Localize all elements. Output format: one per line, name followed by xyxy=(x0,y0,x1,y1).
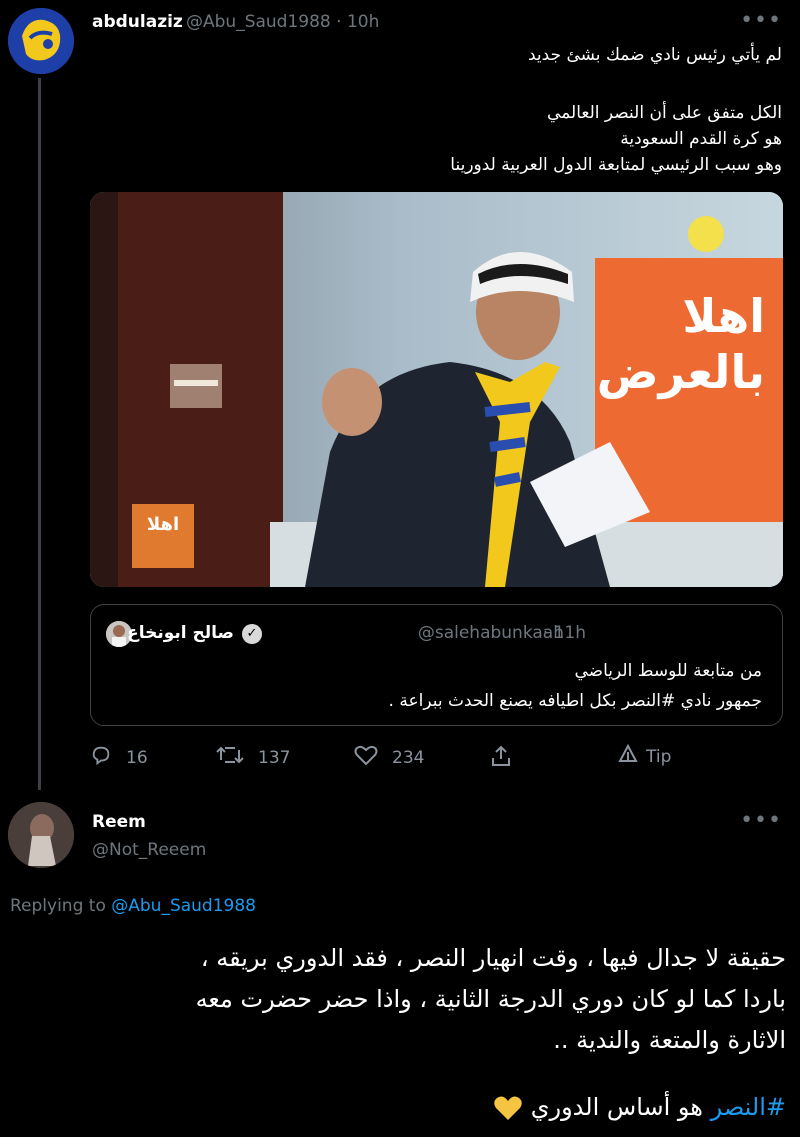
author-name[interactable]: Reem xyxy=(92,812,146,832)
retweet-count: 137 xyxy=(258,747,291,768)
share-icon xyxy=(490,744,512,773)
more-options-icon[interactable]: ••• xyxy=(740,808,782,833)
reply-text-line: باردا كما لو كان دوري الدرجة الثانية ، و… xyxy=(195,985,786,1013)
reply-count: 16 xyxy=(126,747,148,768)
reply-button[interactable]: 16 xyxy=(90,744,148,771)
avatar[interactable] xyxy=(8,8,74,74)
reply-closing-line: #النصر هو أساس الدوري xyxy=(493,1093,786,1122)
reply-text-line: حقيقة لا جدال فيها ، وقت انهيار النصر ، … xyxy=(200,944,786,972)
tweet-text-line: وهو سبب الرئيسي لمتابعة الدول العربية لد… xyxy=(450,155,782,175)
reply-icon xyxy=(90,744,112,771)
retweet-button[interactable]: 137 xyxy=(216,744,290,771)
corner-logo-text: اهلا xyxy=(146,514,180,535)
tip-icon xyxy=(618,743,638,769)
like-count: 234 xyxy=(392,747,425,768)
avatar[interactable] xyxy=(8,802,74,868)
tweet-text-line: الكل متفق على أن النصر العالمي xyxy=(547,103,782,123)
tweet-text-line: هو كرة القدم السعودية xyxy=(620,129,782,149)
like-button[interactable]: 234 xyxy=(354,744,424,771)
reply-text-line: الاثارة والمتعة والندية .. xyxy=(553,1026,786,1054)
quoted-text-line: جمهور نادي #النصر بكل اطيافه يصنع الحدث … xyxy=(388,691,762,711)
replying-prefix: Replying to xyxy=(10,896,106,916)
replying-to-link[interactable]: @Abu_Saud1988 xyxy=(111,896,256,916)
quoted-text-line: من متابعة للوسط الرياضي xyxy=(574,661,763,681)
author-handle[interactable]: @Not_Reeem xyxy=(92,840,206,860)
tweet-video[interactable]: اهلا بالعرض اهلا xyxy=(90,192,783,587)
share-button[interactable] xyxy=(490,744,526,773)
closing-text: هو أساس الدوري xyxy=(530,1093,703,1121)
replying-to: Replying to @Abu_Saud1988 xyxy=(10,896,256,916)
quoted-author-name[interactable]: صالح ابونخاع xyxy=(127,623,234,643)
more-options-icon[interactable]: ••• xyxy=(740,8,782,33)
yellow-heart-icon xyxy=(493,1094,523,1122)
author-handle[interactable]: @Abu_Saud1988 · 10h xyxy=(186,12,379,32)
tip-button[interactable]: Tip xyxy=(618,743,672,769)
author-name[interactable]: abdulaziz xyxy=(92,12,183,32)
quoted-tweet[interactable]: صالح ابونخاع ✓ @salehabunkaah · 11h من م… xyxy=(90,604,783,726)
banner-text: اهلا بالعرض xyxy=(596,289,765,399)
tip-label: Tip xyxy=(646,746,672,767)
thread-line xyxy=(38,78,41,790)
verified-badge-icon: ✓ xyxy=(242,624,262,644)
retweet-icon xyxy=(216,744,244,771)
hashtag-link[interactable]: #النصر xyxy=(711,1093,786,1121)
tweet-text-line: لم يأتي رئيس نادي ضمك بشئ جديد xyxy=(527,45,782,65)
heart-outline-icon xyxy=(354,744,378,771)
quoted-time: · 11h xyxy=(542,623,586,643)
